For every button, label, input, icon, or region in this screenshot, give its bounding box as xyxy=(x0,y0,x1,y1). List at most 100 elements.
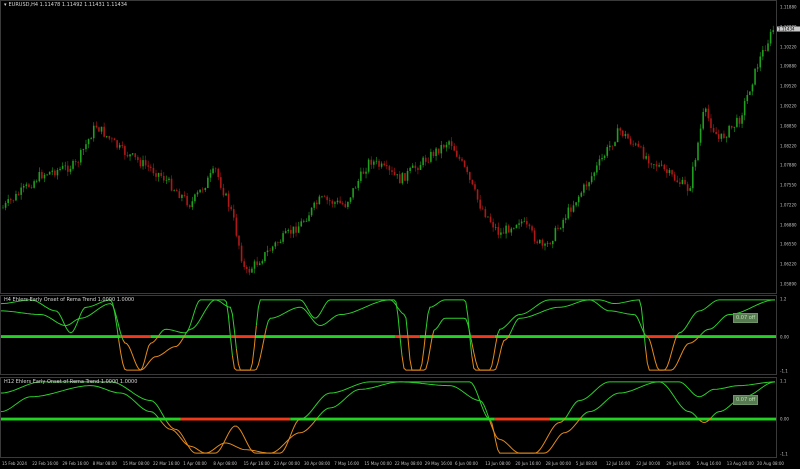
candle xyxy=(655,160,658,171)
price-tick-label: 1.06880 xyxy=(780,222,797,228)
candle xyxy=(448,139,450,149)
candle xyxy=(430,148,432,164)
candle xyxy=(222,183,225,198)
candle xyxy=(341,201,344,206)
fast-line xyxy=(255,299,403,356)
candle xyxy=(642,144,645,160)
candle xyxy=(741,112,743,128)
candle xyxy=(92,122,95,142)
candle xyxy=(230,205,233,211)
candle xyxy=(367,158,370,174)
candle xyxy=(61,162,64,170)
candlestick-chart[interactable] xyxy=(1,1,776,293)
candle xyxy=(20,182,22,200)
time-tick-label: 15 May 00:00 xyxy=(364,461,392,466)
candle xyxy=(331,199,334,208)
candle xyxy=(424,154,427,166)
candle xyxy=(694,158,697,171)
slow-line xyxy=(433,317,473,343)
time-tick-label: 29 Jul 08:00 xyxy=(666,461,691,466)
time-tick-label: 8 Apr 08:00 xyxy=(213,461,237,466)
candle xyxy=(118,142,121,150)
candle xyxy=(150,164,152,172)
candle xyxy=(51,167,54,176)
indicator-pane-h4[interactable]: H4 Ehlers Early Onset of Rema Trend 1.00… xyxy=(0,295,777,375)
candle xyxy=(637,140,640,148)
candle xyxy=(238,235,240,250)
candle xyxy=(414,162,417,172)
candle xyxy=(513,227,515,230)
candle xyxy=(437,148,440,155)
candle xyxy=(217,167,220,181)
price-axis[interactable]: 1.118801.108801.102201.098801.095201.092… xyxy=(777,0,800,294)
price-tick-label: 1.09520 xyxy=(780,83,797,89)
slow-line xyxy=(1,303,124,340)
fast-line xyxy=(118,335,159,371)
candle xyxy=(621,130,624,138)
candle xyxy=(601,153,603,162)
candle xyxy=(41,169,43,180)
candle xyxy=(640,145,642,149)
price-tick-label: 1.08850 xyxy=(780,123,797,129)
indicator-h4-badge[interactable]: 0.07 off xyxy=(733,313,759,323)
candle xyxy=(77,160,79,168)
fast-line xyxy=(1,381,167,422)
candle xyxy=(769,28,772,47)
indicator-h12-axis: 1.1 0.00 -1.1 xyxy=(777,377,800,458)
candle xyxy=(697,141,699,162)
candle xyxy=(546,241,549,247)
candle xyxy=(170,175,173,192)
candle xyxy=(580,191,583,198)
candle xyxy=(699,124,702,146)
time-tick-label: 1 Apr 00:00 xyxy=(183,461,207,466)
candle xyxy=(398,171,401,184)
candle xyxy=(707,104,710,122)
candle xyxy=(82,148,85,155)
candle xyxy=(284,228,287,234)
price-tick-label: 1.11880 xyxy=(780,4,797,10)
price-tick-label: 1.07880 xyxy=(780,162,797,168)
candle xyxy=(743,98,746,121)
candle xyxy=(435,146,437,161)
candle xyxy=(48,171,51,175)
candle xyxy=(357,178,360,191)
candle xyxy=(64,161,67,171)
dropdown-triangle-icon[interactable]: ▾ xyxy=(4,2,7,8)
candle xyxy=(168,176,170,183)
candle xyxy=(471,179,474,186)
candle xyxy=(585,180,588,190)
time-axis[interactable]: 15 Feb 2024 22 Feb 16:00 29 Feb 16:00 8 Mar… xyxy=(0,458,784,469)
candle xyxy=(686,181,689,196)
candle xyxy=(386,160,388,170)
candle xyxy=(609,141,611,151)
price-chart-pane[interactable]: ▾ EURUSD,H4 1.11478 1.11492 1.11431 1.114… xyxy=(0,0,777,294)
candle xyxy=(245,265,248,274)
candle xyxy=(577,194,580,207)
indicator-pane-h12[interactable]: H12 Ehlers Early Onset of Rema Trend 1.0… xyxy=(0,377,777,458)
candle xyxy=(541,238,544,249)
candle xyxy=(103,122,105,138)
candle xyxy=(759,52,762,72)
candle xyxy=(634,142,637,147)
price-tick-label: 1.07220 xyxy=(780,202,797,208)
candle xyxy=(551,240,554,249)
candle xyxy=(191,196,194,210)
candle xyxy=(614,141,616,147)
candle xyxy=(142,155,144,170)
candle xyxy=(295,222,297,237)
ohlc-readout: 1.11478 1.11492 1.11431 1.11434 xyxy=(39,2,128,8)
candle xyxy=(165,175,168,185)
time-tick-label: 13 Aug 00:00 xyxy=(726,461,754,466)
candle xyxy=(378,159,380,170)
candle xyxy=(411,163,414,169)
candle xyxy=(487,216,489,218)
candle xyxy=(663,163,666,171)
candle xyxy=(676,175,679,183)
candle xyxy=(712,124,715,134)
fast-line xyxy=(676,299,776,336)
candle xyxy=(373,159,375,169)
candle xyxy=(183,191,186,198)
candle xyxy=(383,160,386,167)
time-tick-label: 7 May 16:00 xyxy=(334,461,360,466)
indicator-h12-badge[interactable]: 0.07 off xyxy=(733,395,759,405)
